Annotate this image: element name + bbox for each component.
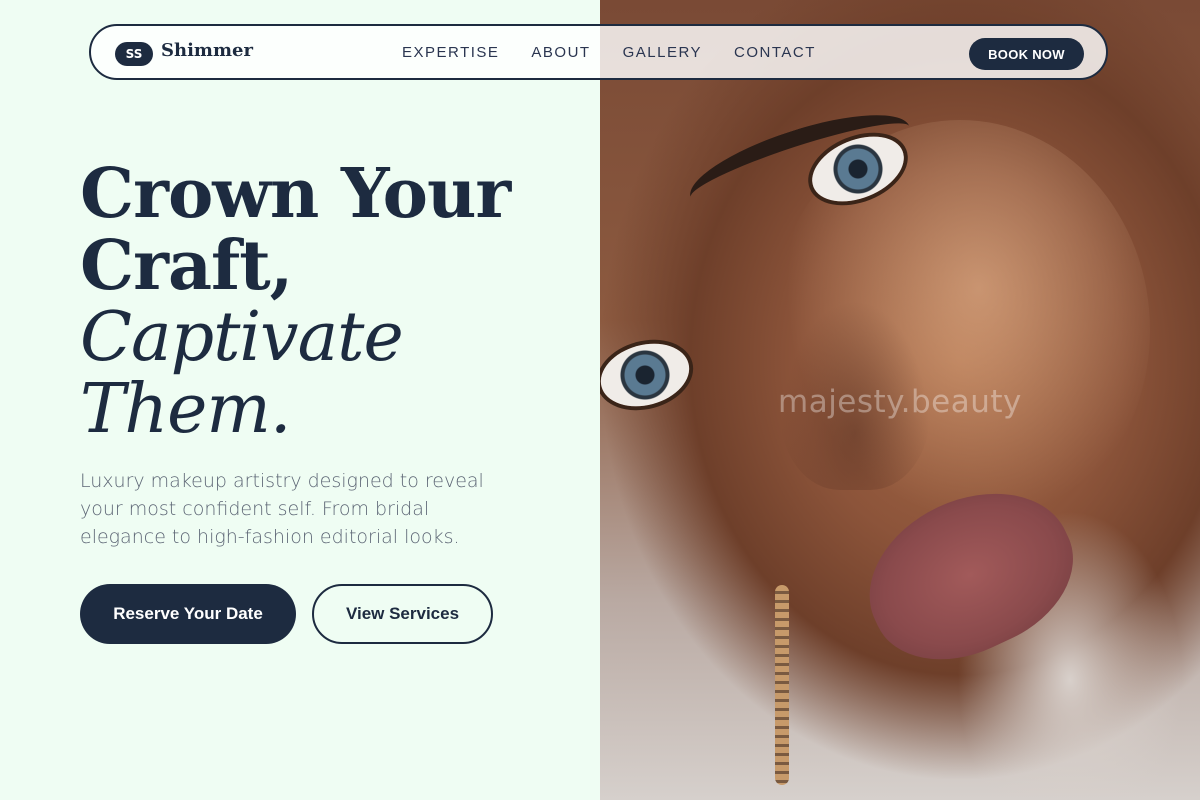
logo-badge[interactable]: SS bbox=[115, 42, 153, 66]
reserve-date-button[interactable]: Reserve Your Date bbox=[80, 584, 296, 644]
hero-heading-line: Crown Your bbox=[80, 154, 511, 234]
hero-heading-italic-line: Them. bbox=[80, 370, 292, 449]
hero-heading: Crown Your Craft, Captivate Them. bbox=[80, 158, 580, 446]
earring bbox=[775, 585, 789, 785]
image-watermark: majesty.beauty bbox=[778, 384, 1022, 420]
nav-link-gallery[interactable]: GALLERY bbox=[623, 44, 702, 61]
view-services-button[interactable]: View Services bbox=[312, 584, 493, 644]
hero-portrait-image: majesty.beauty bbox=[600, 0, 1200, 800]
main-nav: EXPERTISE ABOUT GALLERY CONTACT bbox=[402, 44, 816, 61]
hero-subtitle: Luxury makeup artistry designed to revea… bbox=[80, 470, 484, 548]
hero-heading-line: Craft, bbox=[80, 226, 293, 306]
logo-name[interactable]: Shimmer bbox=[161, 40, 253, 61]
nav-link-about[interactable]: ABOUT bbox=[531, 44, 590, 61]
nav-link-expertise[interactable]: EXPERTISE bbox=[402, 44, 499, 61]
nav-link-contact[interactable]: CONTACT bbox=[734, 44, 816, 61]
book-now-button[interactable]: BOOK NOW bbox=[969, 38, 1084, 70]
hero-heading-italic-line: Captivate bbox=[80, 298, 404, 377]
top-navigation-bar: SS Shimmer EXPERTISE ABOUT GALLERY CONTA… bbox=[89, 24, 1108, 80]
eye bbox=[600, 334, 697, 416]
